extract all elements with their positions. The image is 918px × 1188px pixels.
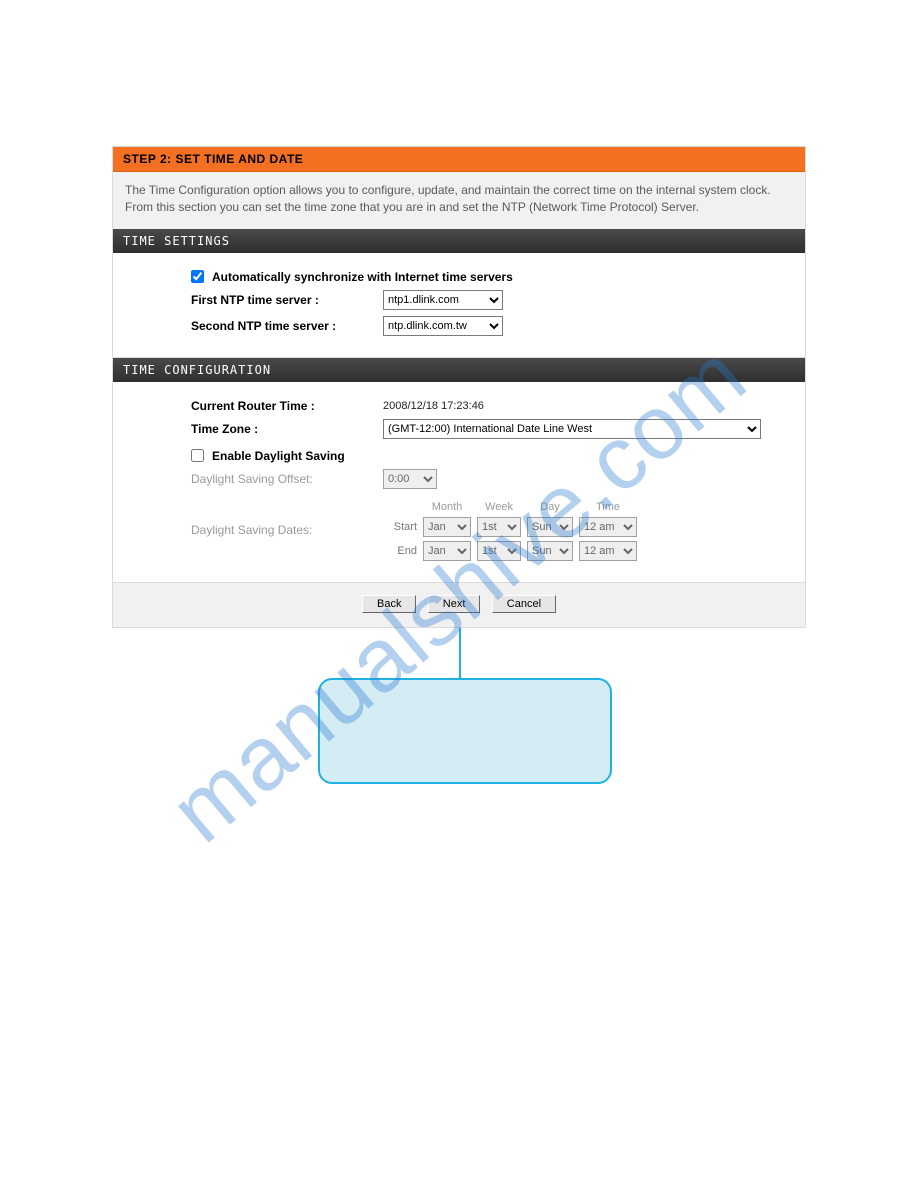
col-header-month: Month [423, 501, 471, 513]
cancel-button[interactable]: Cancel [492, 595, 556, 613]
second-ntp-label: Second NTP time server : [133, 319, 383, 333]
dst-enable-checkbox[interactable] [191, 449, 204, 462]
timezone-label: Time Zone : [133, 422, 383, 436]
auto-sync-label: Automatically synchronize with Internet … [212, 270, 513, 284]
time-settings-body: Automatically synchronize with Internet … [113, 253, 805, 358]
dst-start-week-select[interactable]: 1st [477, 517, 521, 537]
col-header-day: Day [527, 501, 573, 513]
callout-connector-line [459, 628, 461, 678]
callout-box [318, 678, 612, 784]
dst-end-day-select[interactable]: Sun [527, 541, 573, 561]
dst-dates-label: Daylight Saving Dates: [133, 501, 383, 537]
section-title-time-settings: TIME SETTINGS [113, 229, 805, 253]
dst-end-week-select[interactable]: 1st [477, 541, 521, 561]
section-title-time-config: TIME CONFIGURATION [113, 358, 805, 382]
dst-start-month-select[interactable]: Jan [423, 517, 471, 537]
dst-offset-select[interactable]: 0:00 [383, 469, 437, 489]
current-time-value: 2008/12/18 17:23:46 [383, 400, 484, 412]
dst-start-day-select[interactable]: Sun [527, 517, 573, 537]
col-header-week: Week [477, 501, 521, 513]
back-button[interactable]: Back [362, 595, 416, 613]
dst-start-row: Start Jan 1st Sun 12 am [383, 517, 637, 537]
dst-end-time-select[interactable]: 12 am [579, 541, 637, 561]
dst-enable-label: Enable Daylight Saving [212, 449, 345, 463]
dst-start-label: Start [383, 521, 417, 533]
step-header: STEP 2: SET TIME AND DATE [113, 147, 805, 172]
config-panel: STEP 2: SET TIME AND DATE The Time Confi… [112, 146, 806, 628]
auto-sync-checkbox[interactable] [191, 270, 204, 283]
dst-end-label: End [383, 545, 417, 557]
dst-offset-label: Daylight Saving Offset: [133, 472, 383, 486]
next-button[interactable]: Next [428, 595, 481, 613]
dst-date-header-row: . Month Week Day Time [383, 501, 637, 513]
first-ntp-label: First NTP time server : [133, 293, 383, 307]
button-row: Back Next Cancel [113, 583, 805, 627]
first-ntp-select[interactable]: ntp1.dlink.com [383, 290, 503, 310]
dst-end-month-select[interactable]: Jan [423, 541, 471, 561]
dst-end-row: End Jan 1st Sun 12 am [383, 541, 637, 561]
timezone-select[interactable]: (GMT-12:00) International Date Line West [383, 419, 761, 439]
intro-text: The Time Configuration option allows you… [113, 172, 805, 229]
dst-start-time-select[interactable]: 12 am [579, 517, 637, 537]
current-time-label: Current Router Time : [133, 399, 383, 413]
col-header-time: Time [579, 501, 637, 513]
second-ntp-select[interactable]: ntp.dlink.com.tw [383, 316, 503, 336]
time-config-body: Current Router Time : 2008/12/18 17:23:4… [113, 382, 805, 583]
